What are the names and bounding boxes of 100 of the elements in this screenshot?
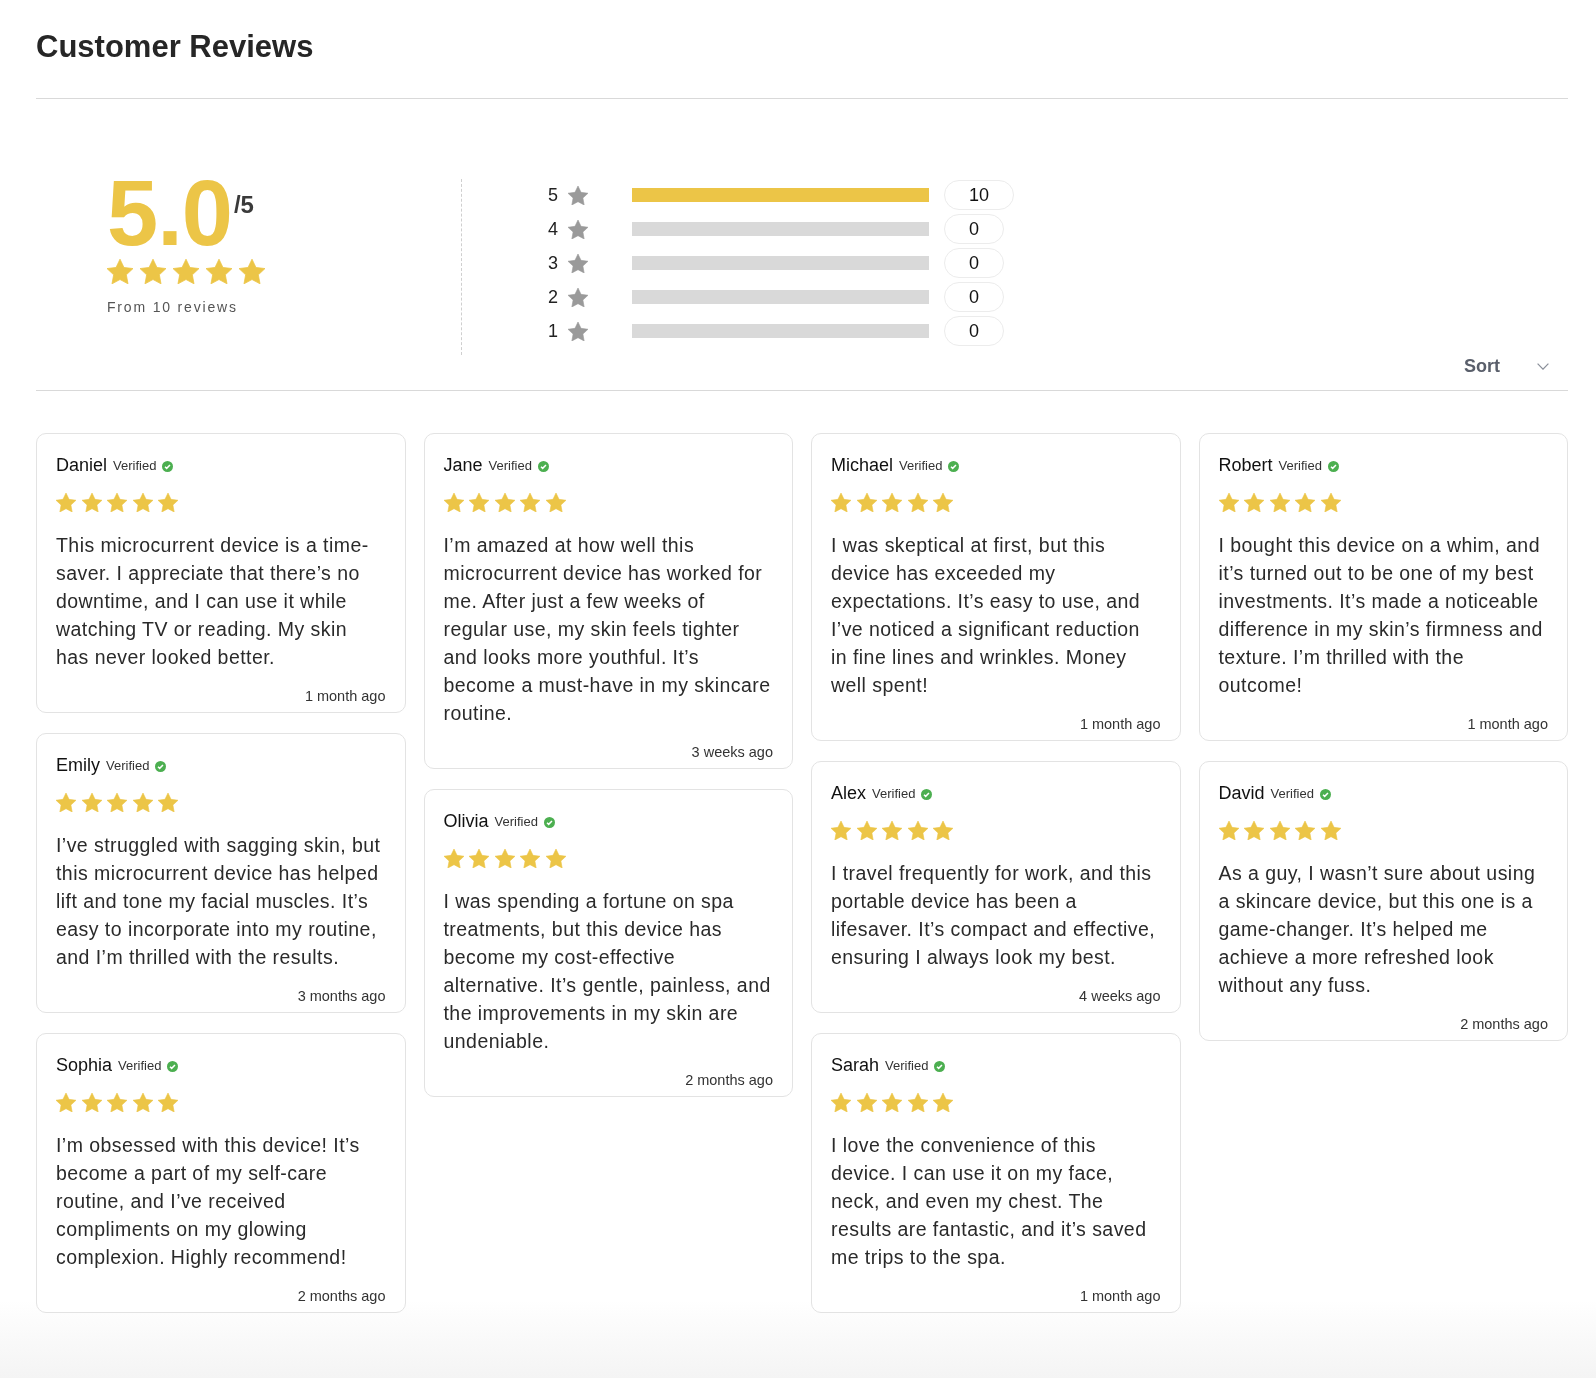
star-icon: [443, 849, 464, 868]
star-icon: [158, 493, 178, 512]
review-text: As a guy, I wasn’t sure about using a skincare device, but this one is a game-changer. It’s helped me achieve a more refreshed look without any fuss.: [1218, 861, 1537, 998]
star-icon: [140, 259, 166, 284]
star-icon: [856, 493, 877, 512]
rating-label: 4: [548, 218, 559, 240]
star-icon: [494, 493, 515, 512]
star-icon: [568, 287, 588, 307]
star-icon: [568, 253, 588, 273]
star-icon: [1244, 493, 1264, 512]
check-circle-icon: [1327, 460, 1339, 472]
sort-button[interactable]: Sort: [1464, 354, 1568, 378]
review-date: 1 month ago: [304, 687, 386, 705]
star-icon: [933, 1093, 953, 1112]
star-icon: [158, 1093, 178, 1112]
review-date: 1 month ago: [1467, 715, 1548, 733]
check-circle-icon: [934, 1060, 946, 1072]
star-icon: [469, 849, 489, 868]
star-icon: [132, 1093, 153, 1112]
star-icon: [56, 1093, 76, 1112]
reviewer-name: Michael: [831, 454, 894, 477]
review-count: From 10 reviews: [107, 298, 238, 316]
rating-label: 1: [548, 320, 559, 342]
star-icon: [107, 493, 127, 512]
verified-label: Verified: [872, 786, 916, 802]
star-icon: [882, 821, 902, 840]
review-date: 3 weeks ago: [691, 743, 773, 761]
star-icon: [158, 793, 178, 812]
reviewer-name: Alex: [831, 782, 866, 805]
review-text: I’m obsessed with this device! It’s become a part of my self-care routine, and I’ve received compliments on my glowing complexion. Highly recommend!: [56, 1133, 361, 1270]
check-circle-icon: [921, 788, 933, 800]
rating-scale: /5: [233, 191, 254, 219]
star-icon: [907, 493, 928, 512]
reviewer-name: Daniel: [56, 454, 108, 477]
star-icon: [107, 793, 127, 812]
verified-label: Verified: [106, 758, 150, 774]
review-text: I’ve struggled with sagging skin, but this microcurrent device has helped lift and tone my facial muscles. It’s easy to incorporate into my routine, and I’m thrilled with the results.: [56, 833, 382, 970]
reviewer-name: Emily: [56, 754, 100, 777]
star-icon: [568, 219, 588, 239]
star-icon: [882, 493, 902, 512]
review-date: 1 month ago: [1079, 1287, 1161, 1305]
star-icon: [907, 821, 928, 840]
review-date: 2 months ago: [1460, 1015, 1548, 1033]
review-date: 3 months ago: [297, 987, 386, 1005]
star-icon: [520, 493, 540, 512]
star-icon: [173, 259, 199, 284]
star-icon: [1218, 493, 1239, 512]
star-icon: [907, 1093, 928, 1112]
review-text: This microcurrent device is a time-saver. I appreciate that there’s no downtime, and I can use it while watching TV or reading. My skin has never looked better.: [56, 533, 370, 670]
star-icon: [56, 493, 76, 512]
star-icon: [545, 493, 566, 512]
star-icon: [239, 259, 265, 284]
verified-label: Verified: [1270, 786, 1314, 802]
reviewer-name: Robert: [1218, 454, 1273, 477]
check-circle-icon: [155, 760, 167, 772]
check-circle-icon: [543, 816, 555, 828]
verified-label: Verified: [494, 814, 538, 830]
rating-label: 2: [548, 286, 559, 308]
star-icon: [469, 493, 489, 512]
verified-label: Verified: [1278, 458, 1322, 474]
star-icon: [856, 1093, 877, 1112]
verified-label: Verified: [488, 458, 532, 474]
review-text: I bought this device on a whim, and it’s turned out to be one of my best investments. It’s made a noticeable difference in my skin’s firmness and texture. I’m thrilled with the outcome!: [1218, 533, 1544, 698]
review-date: 2 months ago: [685, 1071, 773, 1089]
reviewer-name: Sophia: [56, 1054, 113, 1077]
average-rating: 5.0: [107, 168, 232, 258]
verified-label: Verified: [113, 458, 157, 474]
reviewer-name: David: [1218, 782, 1265, 805]
star-icon: [856, 821, 877, 840]
rating-label: 3: [548, 252, 559, 274]
review-date: 2 months ago: [297, 1287, 386, 1305]
reviewer-name: Jane: [443, 454, 483, 477]
page-title: Customer Reviews: [36, 28, 314, 66]
review-text: I was spending a fortune on spa treatments, but this device has become my cost-effective alternative. It’s gentle, painless, and the improvements in my skin are undeniable.: [443, 889, 772, 1054]
star-icon: [520, 849, 540, 868]
star-icon: [933, 493, 953, 512]
review-text: I travel frequently for work, and this portable device has been a lifesaver. It’s compact and effective, ensuring I always look my best.: [831, 861, 1157, 970]
star-icon: [81, 493, 102, 512]
star-icon: [1269, 821, 1290, 840]
star-icon: [81, 1093, 102, 1112]
review-text: I was skeptical at first, but this device has exceeded my expectations. It’s easy to use, and I’ve noticed a significant reduction in fine lines and wrinkles. Money well spent!: [831, 533, 1142, 698]
star-icon: [1295, 493, 1315, 512]
check-circle-icon: [1319, 788, 1331, 800]
rating-label: 5: [548, 184, 559, 206]
check-circle-icon: [948, 460, 960, 472]
verified-label: Verified: [885, 1058, 929, 1074]
star-icon: [1295, 821, 1315, 840]
review-date: 4 weeks ago: [1079, 987, 1161, 1005]
review-date: 1 month ago: [1079, 715, 1161, 733]
star-icon: [1269, 493, 1290, 512]
star-icon: [831, 1093, 851, 1112]
star-icon: [545, 849, 566, 868]
check-circle-icon: [162, 460, 174, 472]
review-text: I’m amazed at how well this microcurrent device has worked for me. After just a few weeks of regular use, my skin feels tighter and looks more youthful. It’s become a must-have in my skincare routine.: [443, 533, 772, 726]
star-icon: [882, 1093, 902, 1112]
review-text: I love the convenience of this device. I can use it on my face, neck, and even my chest. The results are fantastic, and it’s saved me trips to the spa.: [831, 1133, 1148, 1270]
star-icon: [494, 849, 515, 868]
check-circle-icon: [167, 1060, 179, 1072]
star-icon: [568, 185, 588, 205]
star-icon: [1244, 821, 1264, 840]
